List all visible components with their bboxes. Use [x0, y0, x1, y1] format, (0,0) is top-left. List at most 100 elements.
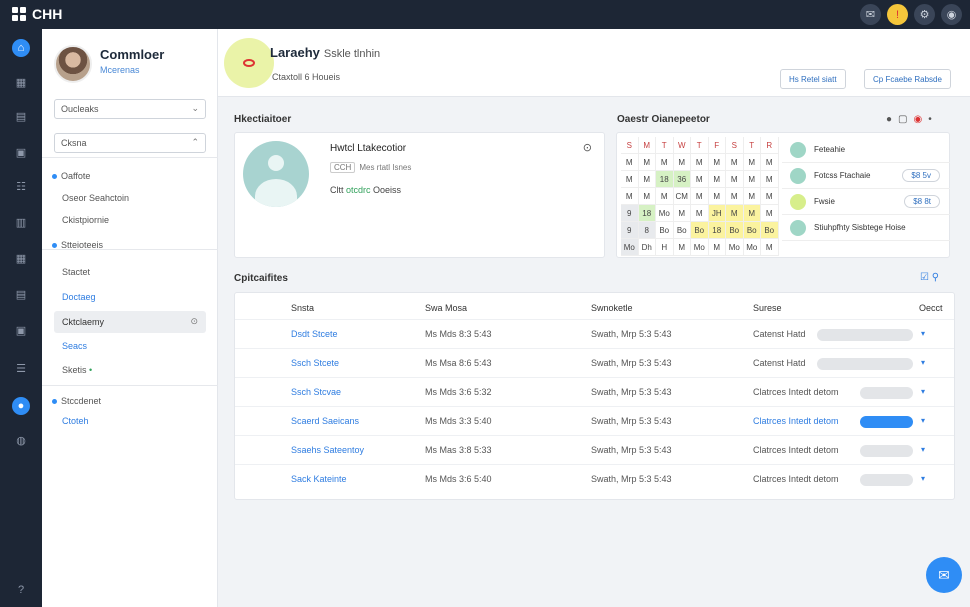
calendar-cell[interactable]: 9: [621, 222, 639, 239]
calendar-cell[interactable]: 18: [708, 222, 726, 239]
copy-icon[interactable]: ▢: [898, 114, 907, 125]
calendar-cell[interactable]: Mo: [726, 239, 744, 256]
calendar-cell[interactable]: M: [743, 154, 761, 171]
table-cell-name[interactable]: Ssaehs Sateentoy: [291, 445, 364, 455]
calendar-cell[interactable]: 18: [656, 171, 674, 188]
app-logo[interactable]: CHH: [12, 6, 62, 22]
calendar-cell[interactable]: 36: [673, 171, 691, 188]
column-header[interactable]: Swnoketle: [591, 303, 633, 313]
calendar-cell[interactable]: M: [761, 188, 779, 205]
table-cell-name[interactable]: Dsdt Stcete: [291, 329, 338, 339]
archive-icon[interactable]: ☰: [12, 359, 30, 377]
user-icon[interactable]: ◉: [941, 4, 962, 25]
tasks-icon[interactable]: ▣: [12, 321, 30, 339]
filter-icon[interactable]: ●: [886, 114, 892, 125]
calendar-cell[interactable]: 18: [638, 205, 656, 222]
calendar-cell[interactable]: M: [708, 171, 726, 188]
side-item[interactable]: Sketis •: [62, 365, 92, 375]
files-icon[interactable]: ▥: [12, 213, 30, 231]
calendar-cell[interactable]: M: [726, 154, 744, 171]
dashboard-icon[interactable]: ▦: [12, 73, 30, 91]
calendar-cell[interactable]: M: [761, 239, 779, 256]
side-section-2[interactable]: Stteioteeis: [52, 240, 103, 250]
side-item[interactable]: Doctaeg: [62, 292, 96, 302]
calendar-cell[interactable]: M: [708, 154, 726, 171]
calendar-cell[interactable]: M: [621, 188, 639, 205]
reports-icon[interactable]: ▤: [12, 285, 30, 303]
calendar-cell[interactable]: Bo: [691, 222, 709, 239]
column-header[interactable]: Snsta: [291, 303, 314, 313]
calendar-cell[interactable]: M: [761, 171, 779, 188]
calendar-cell[interactable]: M: [656, 188, 674, 205]
calendar-cell[interactable]: Mo: [691, 239, 709, 256]
status-item[interactable]: Fotcss Ftachaie $8 5v: [782, 163, 950, 189]
alert-icon[interactable]: !: [887, 4, 908, 25]
table-cell-name[interactable]: Scaerd Saeicans: [291, 416, 359, 426]
table-row[interactable]: Ssch Stcvae Ms Mds 3:6 5:32 Swath, Mrp 5:3…: [235, 377, 954, 406]
inbox-icon[interactable]: ▦: [12, 249, 30, 267]
calendar-icon[interactable]: ▣: [12, 143, 30, 161]
header-button-2[interactable]: Cp Fcaebe Rabsde: [864, 69, 951, 89]
messages-icon[interactable]: ✉: [860, 4, 881, 25]
status-item[interactable]: Fwsie $8 8t: [782, 189, 950, 215]
calendar-cell[interactable]: M: [761, 154, 779, 171]
column-header[interactable]: Surese: [753, 303, 782, 313]
calendar-cell[interactable]: M: [638, 154, 656, 171]
side-section-1[interactable]: Oaffote: [52, 171, 90, 181]
calendar-cell[interactable]: M: [621, 171, 639, 188]
calendar-cell[interactable]: Mo: [621, 239, 639, 256]
calendar-cell[interactable]: M: [691, 154, 709, 171]
header-button-1[interactable]: Hs Retel siatt: [780, 69, 846, 89]
calendar-cell[interactable]: M: [726, 188, 744, 205]
chat-button[interactable]: ✉: [926, 557, 962, 593]
home-icon[interactable]: ⌂: [12, 39, 30, 57]
calendar-cell[interactable]: M: [638, 188, 656, 205]
calendar-cell[interactable]: H: [656, 239, 674, 256]
chevron-down-icon[interactable]: ▾: [921, 445, 925, 454]
calendar-cell[interactable]: Bo: [761, 222, 779, 239]
table-cell-name[interactable]: Ssch Stcete: [291, 358, 339, 368]
calendar-cell[interactable]: M: [673, 205, 691, 222]
status-pill[interactable]: $8 8t: [904, 195, 940, 208]
chevron-down-icon[interactable]: ▾: [921, 474, 925, 483]
calendar-cell[interactable]: M: [673, 239, 691, 256]
table-cell-name[interactable]: Sack Kateinte: [291, 474, 347, 484]
calendar-cell[interactable]: M: [691, 205, 709, 222]
more-icon[interactable]: •: [928, 114, 932, 125]
table-row[interactable]: Ssch Stcete Ms Msa 8:6 5:43 Swath, Mrp 5:3…: [235, 348, 954, 377]
side-item[interactable]: Seacs: [62, 341, 87, 351]
calendar-cell[interactable]: CM: [673, 188, 691, 205]
side-item[interactable]: Stactet: [62, 267, 90, 277]
users-icon[interactable]: ☷: [12, 177, 30, 195]
calendar-cell[interactable]: 8: [638, 222, 656, 239]
team-icon[interactable]: ●: [12, 397, 30, 415]
status-item[interactable]: Feteahie: [782, 137, 950, 163]
table-row[interactable]: Sack Kateinte Ms Mds 3:6 5:40 Swath, Mrp 5…: [235, 464, 954, 493]
calendar-cell[interactable]: M: [743, 171, 761, 188]
chevron-down-icon[interactable]: ▾: [921, 416, 925, 425]
calendar-cell[interactable]: M: [761, 205, 779, 222]
table-cell-name[interactable]: Ssch Stcvae: [291, 387, 341, 397]
calendar-cell[interactable]: M: [743, 188, 761, 205]
calendar-cell[interactable]: M: [743, 205, 761, 222]
calendar-cell[interactable]: M: [673, 154, 691, 171]
table-row[interactable]: Ssaehs Sateentoy Ms Mas 3:8 5:33 Swath, Mr…: [235, 435, 954, 464]
side-item[interactable]: Ckistpiornie: [62, 215, 109, 225]
filter-icon[interactable]: ☑ ⚲: [920, 272, 939, 283]
calendar-cell[interactable]: M: [638, 171, 656, 188]
table-row[interactable]: Dsdt Stcete Ms Mds 8:3 5:43 Swath, Mrp 5:3…: [235, 319, 954, 348]
calendar-cell[interactable]: M: [656, 154, 674, 171]
help-icon[interactable]: ?: [12, 581, 30, 599]
filter-select[interactable]: Oucleaks ⌄: [54, 99, 206, 119]
calendar-cell[interactable]: JH: [708, 205, 726, 222]
calendar-cell[interactable]: Bo: [726, 222, 744, 239]
side-section-3[interactable]: Stccdenet: [52, 396, 101, 406]
calendar-cell[interactable]: Mo: [743, 239, 761, 256]
calendar-cell[interactable]: Dh: [638, 239, 656, 256]
calendar-cell[interactable]: M: [691, 188, 709, 205]
chart-icon[interactable]: ▤: [12, 107, 30, 125]
status-item[interactable]: Stiuhpfhty Sisbtege Hoise: [782, 215, 950, 241]
edit-icon[interactable]: ⊙: [583, 141, 592, 154]
globe-icon[interactable]: ◍: [12, 431, 30, 449]
calendar-cell[interactable]: M: [726, 171, 744, 188]
